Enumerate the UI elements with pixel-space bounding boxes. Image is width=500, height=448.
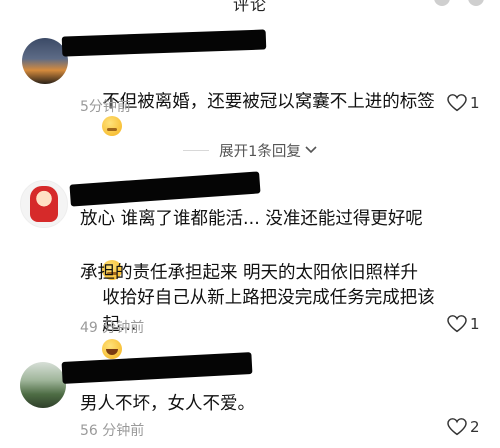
comment-text: 男人不坏，女人不爱。 <box>80 394 255 414</box>
heart-icon <box>447 94 467 112</box>
comment-text-line-2-content: 收拾好自己从新上路把没完成任务完成把该 <box>102 288 435 308</box>
close-icon[interactable] <box>468 0 484 6</box>
like-count: 1 <box>470 94 480 112</box>
like-count: 2 <box>470 418 480 436</box>
heart-icon <box>447 418 467 436</box>
thinking-emoji-icon <box>102 116 123 136</box>
heart-icon <box>447 315 467 333</box>
like-button[interactable]: 1 <box>447 94 480 112</box>
header-icons <box>434 0 484 6</box>
comment-text-line-1: 放心 谁离了谁都能活... 没准还能过得更好呢 <box>80 209 423 229</box>
expand-replies-label: 展开1条回复 <box>219 143 301 160</box>
header-title: 评论 <box>232 0 267 14</box>
laughing-emoji-icon <box>102 339 123 359</box>
comment-text-content: 不但被离婚，还要被冠以窝囊不上进的标签 <box>102 92 435 112</box>
comment-time: 5分钟前 <box>80 99 131 115</box>
expand-replies[interactable]: 展开1条回复 <box>0 140 500 160</box>
more-icon[interactable] <box>434 0 450 6</box>
fortune-figure-icon <box>30 186 58 222</box>
divider <box>183 149 210 151</box>
top-header: 评论 <box>0 0 500 14</box>
comment-text-line-3: 承担的责任承担起来 明天的太阳依旧照样升 <box>80 263 419 283</box>
comment-time: 49 分钟前 <box>80 320 145 336</box>
redacted-username <box>69 171 261 207</box>
redacted-username <box>61 29 267 57</box>
avatar[interactable] <box>20 362 66 408</box>
avatar[interactable] <box>20 180 68 228</box>
like-count: 1 <box>470 315 480 333</box>
chevron-down-icon <box>305 146 317 154</box>
like-button[interactable]: 1 <box>447 315 480 333</box>
comment-time: 56 分钟前 <box>80 423 145 439</box>
like-button[interactable]: 2 <box>447 418 480 436</box>
expand-replies-button[interactable]: 展开1条回复 <box>219 140 317 161</box>
